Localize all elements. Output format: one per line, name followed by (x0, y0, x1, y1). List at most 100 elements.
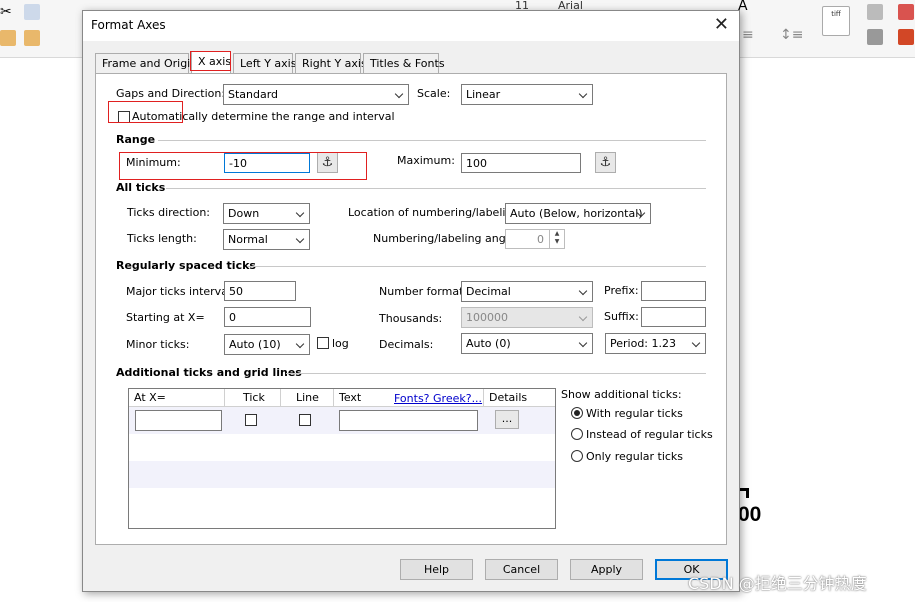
thousands-label: Thousands: (379, 312, 443, 325)
graph-axis-fragment (740, 488, 749, 498)
dialog-title: Format Axes (91, 18, 166, 32)
ticks-length-label: Ticks length: (127, 232, 197, 245)
suffix-label: Suffix: (604, 310, 639, 323)
copy-icon[interactable] (24, 4, 40, 20)
number-format-label: Number format: (379, 285, 468, 298)
tab-right-y-axis[interactable]: Right Y axis (295, 53, 367, 73)
maximum-input[interactable]: 100 (461, 153, 581, 173)
radio-only-regular-label: Only regular ticks (586, 450, 684, 463)
maximum-hook-icon[interactable]: ⚓ (595, 152, 616, 173)
thousands-select[interactable]: 100000 (461, 307, 593, 328)
radio-only-regular[interactable] (571, 450, 583, 462)
period-value: Period: 1.23 (610, 337, 676, 350)
chevron-down-icon (578, 89, 588, 99)
line-checkbox[interactable] (299, 414, 311, 426)
tiff-export-icon[interactable]: tiff (822, 6, 850, 36)
grid-row (129, 434, 555, 461)
regular-ticks-divider (248, 266, 706, 267)
maximum-label: Maximum: (397, 154, 455, 167)
gaps-direction-select[interactable]: Standard (223, 84, 409, 105)
col-at-x: At X= (129, 389, 225, 407)
radio-instead-of-regular-label: Instead of regular ticks (586, 428, 713, 441)
thousands-value: 100000 (466, 311, 508, 324)
angle-spinner[interactable]: 0 ▲ ▼ (505, 229, 565, 249)
auto-range-label: Automatically determine the range and in… (132, 110, 395, 123)
auto-range-checkbox[interactable] (118, 111, 130, 123)
minor-ticks-label: Minor ticks: (126, 338, 190, 351)
range-section-title: Range (116, 133, 156, 146)
chevron-down-icon (295, 234, 305, 244)
close-icon[interactable]: ✕ (714, 14, 729, 35)
location-select[interactable]: Auto (Below, horizontal) (505, 203, 651, 224)
ticks-length-select[interactable]: Normal (223, 229, 310, 250)
grid-row (129, 461, 555, 488)
number-format-value: Decimal (466, 285, 511, 298)
decimals-label: Decimals: (379, 338, 434, 351)
chevron-down-icon (394, 89, 404, 99)
cancel-button[interactable]: Cancel (485, 559, 558, 580)
col-line: Line (281, 389, 334, 407)
at-x-input[interactable] (135, 410, 222, 431)
major-interval-input[interactable]: 50 (224, 281, 296, 301)
prefix-input[interactable] (641, 281, 706, 301)
line-spacing-icon[interactable]: ↕≡ (780, 27, 803, 43)
graph-axis-label-fragment: 00 (738, 503, 762, 526)
spinner-arrows-icon[interactable]: ▲ ▼ (549, 230, 564, 248)
paste-icon[interactable] (0, 30, 16, 46)
radio-instead-of-regular[interactable] (571, 428, 583, 440)
chevron-down-icon (578, 338, 588, 348)
gaps-direction-value: Standard (228, 88, 279, 101)
text-input[interactable] (339, 410, 478, 431)
tab-titles-and-fonts[interactable]: Titles & Fonts (363, 53, 445, 73)
radio-with-regular[interactable] (571, 407, 583, 419)
suffix-input[interactable] (641, 307, 706, 327)
period-select[interactable]: Period: 1.23 (605, 333, 706, 354)
print-setup-icon[interactable] (867, 29, 883, 45)
decimals-value: Auto (0) (466, 337, 511, 350)
fonts-greek-link[interactable]: Fonts? Greek?... (394, 392, 482, 405)
log-label: log (332, 337, 349, 350)
tab-left-y-axis[interactable]: Left Y axis (233, 53, 296, 73)
tab-frame-and-origin[interactable]: Frame and Origin (95, 53, 197, 73)
number-format-select[interactable]: Decimal (461, 281, 593, 302)
paste-dropdown-icon[interactable] (24, 30, 40, 46)
location-label: Location of numbering/labeling: (348, 206, 524, 219)
all-ticks-divider (166, 188, 706, 189)
scale-label: Scale: (417, 87, 451, 100)
chevron-down-icon (691, 338, 701, 348)
col-details: Details (484, 389, 555, 407)
ticks-length-value: Normal (228, 233, 268, 246)
chevron-down-icon (295, 339, 305, 349)
range-divider (158, 140, 706, 141)
tick-checkbox[interactable] (245, 414, 257, 426)
minimum-input[interactable]: -10 (224, 153, 310, 173)
tab-x-axis[interactable]: X axis (191, 51, 231, 74)
starting-at-input[interactable]: 0 (224, 307, 311, 327)
sidebar-red-icon[interactable] (898, 4, 914, 20)
details-button[interactable]: ... (495, 410, 519, 429)
chevron-down-icon (578, 312, 588, 322)
scale-value: Linear (466, 88, 501, 101)
decimals-select[interactable]: Auto (0) (461, 333, 593, 354)
col-text: Text Fonts? Greek?... (334, 389, 484, 407)
apply-button[interactable]: Apply (570, 559, 643, 580)
major-interval-label: Major ticks interval: (126, 285, 235, 298)
scale-select[interactable]: Linear (461, 84, 593, 105)
chevron-down-icon (295, 208, 305, 218)
ticks-direction-select[interactable]: Down (223, 203, 310, 224)
scissors-icon[interactable]: ✂ (0, 4, 16, 20)
help-button[interactable]: Help (400, 559, 473, 580)
print-icon[interactable] (867, 4, 883, 20)
angle-value: 0 (537, 233, 544, 246)
align-icon[interactable]: ≡ (742, 27, 754, 43)
additional-section-title: Additional ticks and grid lines (116, 366, 302, 379)
additional-divider (286, 373, 706, 374)
gaps-label: Gaps and Direction: (116, 87, 226, 100)
location-value: Auto (Below, horizontal) (510, 207, 643, 220)
minor-ticks-select[interactable]: Auto (10) (224, 334, 310, 355)
powerpoint-icon[interactable] (898, 29, 914, 45)
log-checkbox[interactable] (317, 337, 329, 349)
dialog-titlebar: Format Axes ✕ (83, 11, 739, 41)
chevron-down-icon (578, 286, 588, 296)
minimum-hook-icon[interactable]: ⚓ (317, 152, 338, 173)
